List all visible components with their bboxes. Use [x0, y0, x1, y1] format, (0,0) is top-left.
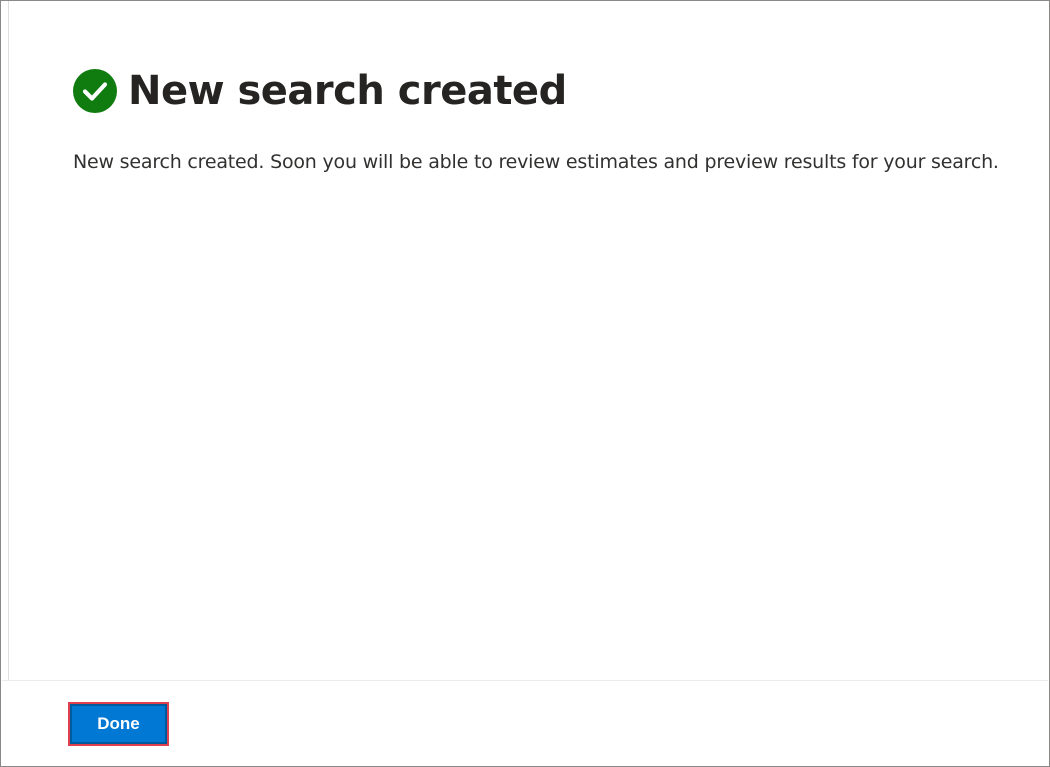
title-row: New search created	[73, 65, 1019, 117]
dialog-panel: New search created New search created. S…	[0, 0, 1050, 767]
dialog-content: New search created New search created. S…	[73, 65, 1019, 173]
success-check-icon	[73, 69, 117, 113]
page-title: New search created	[128, 68, 567, 114]
panel-left-border	[8, 1, 9, 680]
status-message: New search created. Soon you will be abl…	[73, 151, 999, 173]
done-button[interactable]: Done	[68, 702, 169, 746]
footer-divider	[2, 680, 1048, 681]
